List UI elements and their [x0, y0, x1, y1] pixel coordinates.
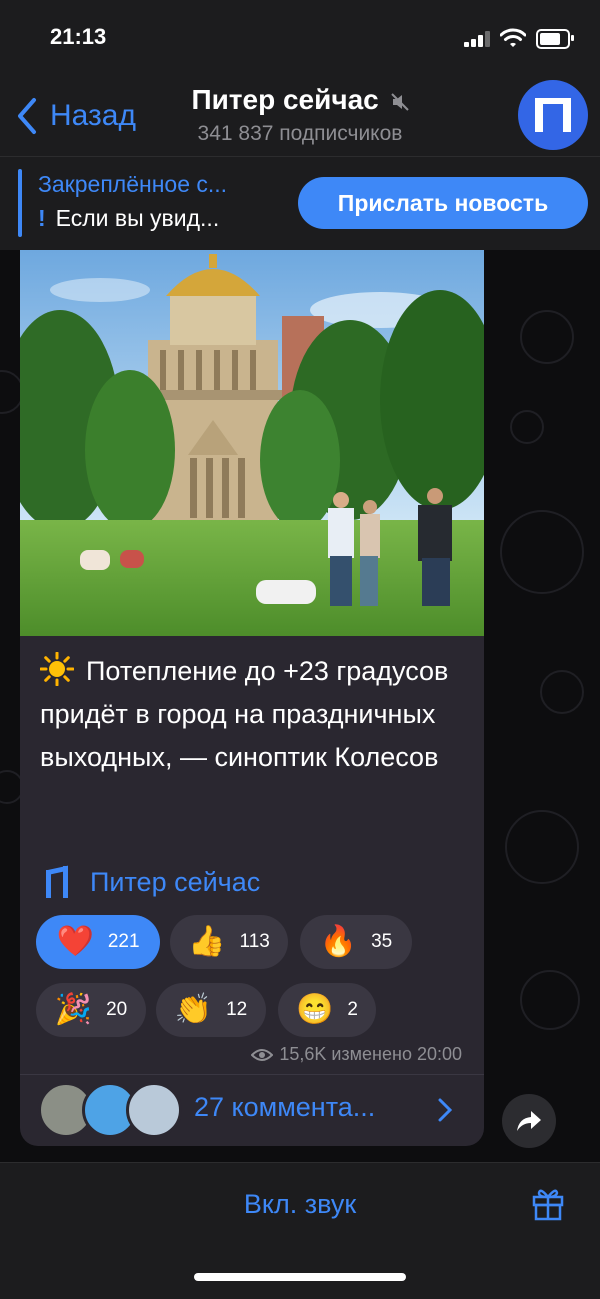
reaction-heart[interactable]: ❤️ 221 [36, 915, 160, 969]
reaction-grin[interactable]: 😁 2 [278, 983, 376, 1037]
reaction-count: 20 [106, 999, 128, 1020]
send-news-button[interactable]: Прислать новость [298, 177, 588, 229]
post-text-body: Потепление до +23 градусов придёт в горо… [40, 656, 449, 772]
pinned-message-bar[interactable]: Закреплённое с... ! Если вы увид... Присл… [0, 156, 600, 251]
channel-logo-icon [535, 98, 571, 132]
pinned-text: Если вы увид... [55, 205, 220, 231]
battery-icon [536, 29, 574, 49]
comments-label: 27 коммента... [194, 1092, 376, 1122]
chevron-right-icon [438, 1098, 452, 1122]
subscriber-count: 341 837 подписчиков [197, 122, 403, 145]
back-button[interactable]: Назад [14, 94, 136, 138]
sun-emoji-icon [40, 652, 74, 686]
divider [20, 1074, 484, 1075]
reaction-count: 12 [226, 999, 248, 1020]
exclamation-icon: ! [38, 205, 46, 231]
cathedral-park-photo [20, 250, 484, 636]
reaction-thumbs-up[interactable]: 👍 113 [170, 915, 288, 969]
post-signature[interactable]: Питер сейчас [46, 865, 261, 898]
reaction-count: 221 [107, 931, 140, 952]
channel-mini-logo-icon [46, 865, 68, 898]
pinned-preview: ! Если вы увид... [38, 205, 219, 232]
unmute-button[interactable]: Вкл. звук [0, 1189, 600, 1220]
cellular-signal-icon [464, 31, 492, 47]
post-photo[interactable] [20, 250, 484, 636]
heart-emoji-icon: ❤️ [56, 925, 94, 958]
post-text: Потепление до +23 градусов придёт в горо… [40, 650, 470, 779]
channel-title[interactable]: Питер сейчас [150, 84, 450, 116]
gift-icon[interactable] [530, 1185, 566, 1221]
fire-emoji-icon: 🔥 [319, 925, 358, 958]
share-button[interactable] [502, 1094, 556, 1148]
wifi-icon [500, 28, 526, 47]
clock: 21:13 [50, 24, 107, 49]
back-chevron-icon [18, 98, 36, 134]
pinned-indicator [18, 169, 22, 237]
views-and-edited: 15,6K изменено 20:00 [279, 1044, 462, 1064]
channel-avatar[interactable] [518, 80, 588, 150]
commenter-avatar [126, 1082, 182, 1138]
reaction-count: 35 [371, 931, 393, 952]
reaction-count: 113 [239, 931, 270, 952]
reaction-fire[interactable]: 🔥 35 [300, 915, 412, 969]
views-eye-icon [251, 1048, 274, 1061]
chat-header: Назад Питер сейчас 341 837 подписчиков [0, 76, 600, 156]
bottom-bar: Вкл. звук [0, 1162, 600, 1299]
reaction-count: 2 [347, 999, 358, 1020]
comments-button[interactable]: 27 коммента... [20, 1076, 484, 1146]
party-popper-emoji-icon: 🎉 [54, 993, 93, 1026]
grinning-face-emoji-icon: 😁 [296, 993, 334, 1026]
post-meta: 15,6K изменено 20:00 [251, 1044, 462, 1065]
pinned-title: Закреплённое с... [38, 171, 228, 197]
channel-post[interactable]: Потепление до +23 градусов придёт в горо… [20, 250, 484, 1146]
share-arrow-icon [517, 1111, 541, 1131]
thumbs-up-emoji-icon: 👍 [188, 925, 226, 958]
status-bar: 21:13 [0, 0, 600, 76]
back-label: Назад [50, 99, 136, 132]
home-indicator [194, 1273, 406, 1281]
channel-name: Питер сейчас [191, 84, 379, 115]
muted-speaker-icon [390, 92, 409, 111]
reaction-clap[interactable]: 👏 12 [156, 983, 266, 1037]
signature-name: Питер сейчас [90, 866, 261, 897]
clapping-hands-emoji-icon: 👏 [174, 993, 213, 1026]
reaction-party[interactable]: 🎉 20 [36, 983, 146, 1037]
